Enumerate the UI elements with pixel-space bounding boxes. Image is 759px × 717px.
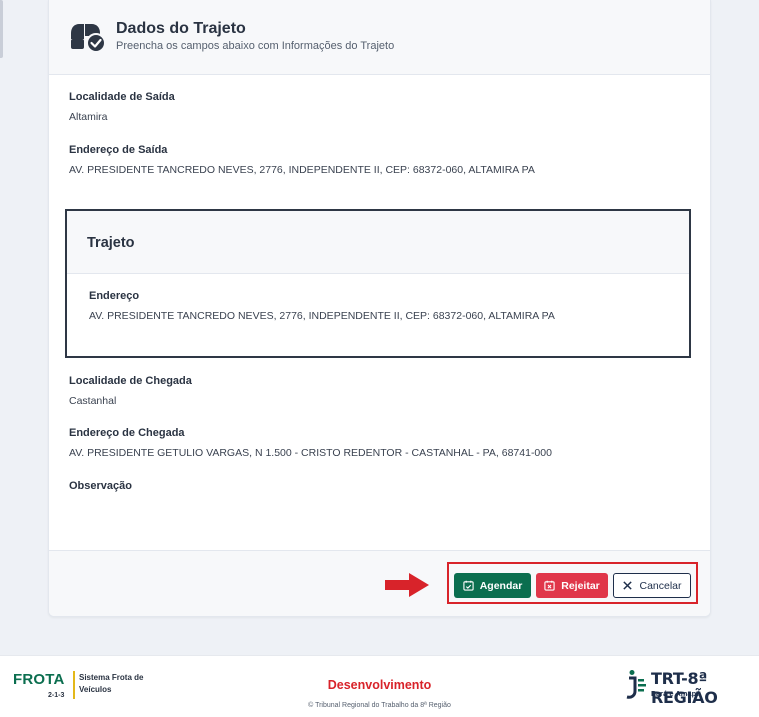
close-icon [623,581,633,590]
trajeto-title: Trajeto [87,235,135,251]
observacao-label: Observação [69,480,132,492]
actions-highlight-box: Agendar Rejeitar Cancelar [447,562,698,604]
trajeto-section: Trajeto Endereço AV. PRESIDENTE TANCREDO… [65,209,691,358]
side-panel-edge [0,0,3,58]
trajeto-endereco-label: Endereço [89,290,140,302]
rejeitar-button[interactable]: Rejeitar [536,573,608,598]
chegada-endereco-label: Endereço de Chegada [69,427,185,439]
page-footer: FROTA 2-1-3 Sistema Frota de Veículos De… [0,655,759,717]
saida-localidade-value: Altamira [69,111,108,123]
org-region: Pará e Amapá [651,689,701,698]
rejeitar-label: Rejeitar [561,579,600,592]
page-title: Dados do Trajeto [116,20,246,37]
calendar-check-icon [463,580,474,591]
saida-endereco-value: AV. PRESIDENTE TANCREDO NEVES, 2776, IND… [69,164,535,176]
card-actions-bar: Agendar Rejeitar Cancelar [49,550,710,616]
trajeto-section-header: Trajeto [67,211,689,274]
cancelar-label: Cancelar [639,579,682,592]
agendar-button[interactable]: Agendar [454,573,531,598]
arrow-right-icon [385,573,429,597]
card-header: Dados do Trajeto Preencha os campos abai… [49,0,710,75]
chegada-localidade-label: Localidade de Chegada [69,375,192,387]
trajeto-details-card: Dados do Trajeto Preencha os campos abai… [48,0,711,617]
saida-endereco-label: Endereço de Saída [69,144,168,156]
app-version: 2-1-3 [48,692,65,699]
agendar-label: Agendar [479,579,523,592]
chegada-localidade-value: Castanhal [69,395,117,407]
saida-localidade-label: Localidade de Saída [69,91,175,103]
page-subtitle: Preencha os campos abaixo com Informaçõe… [116,40,395,52]
chegada-endereco-value: AV. PRESIDENTE GETULIO VARGAS, N 1.500 -… [69,447,552,459]
trajeto-endereco-value: AV. PRESIDENTE TANCREDO NEVES, 2776, IND… [89,310,555,322]
org-name: TRT-8ª REGIÃO [651,669,718,707]
trt-logo-icon [626,670,646,699]
cancelar-button[interactable]: Cancelar [613,573,691,598]
copyright-text: © Tribunal Regional do Trabalho da 8ª Re… [308,702,451,709]
route-check-icon [71,24,106,53]
calendar-x-icon [544,580,555,591]
